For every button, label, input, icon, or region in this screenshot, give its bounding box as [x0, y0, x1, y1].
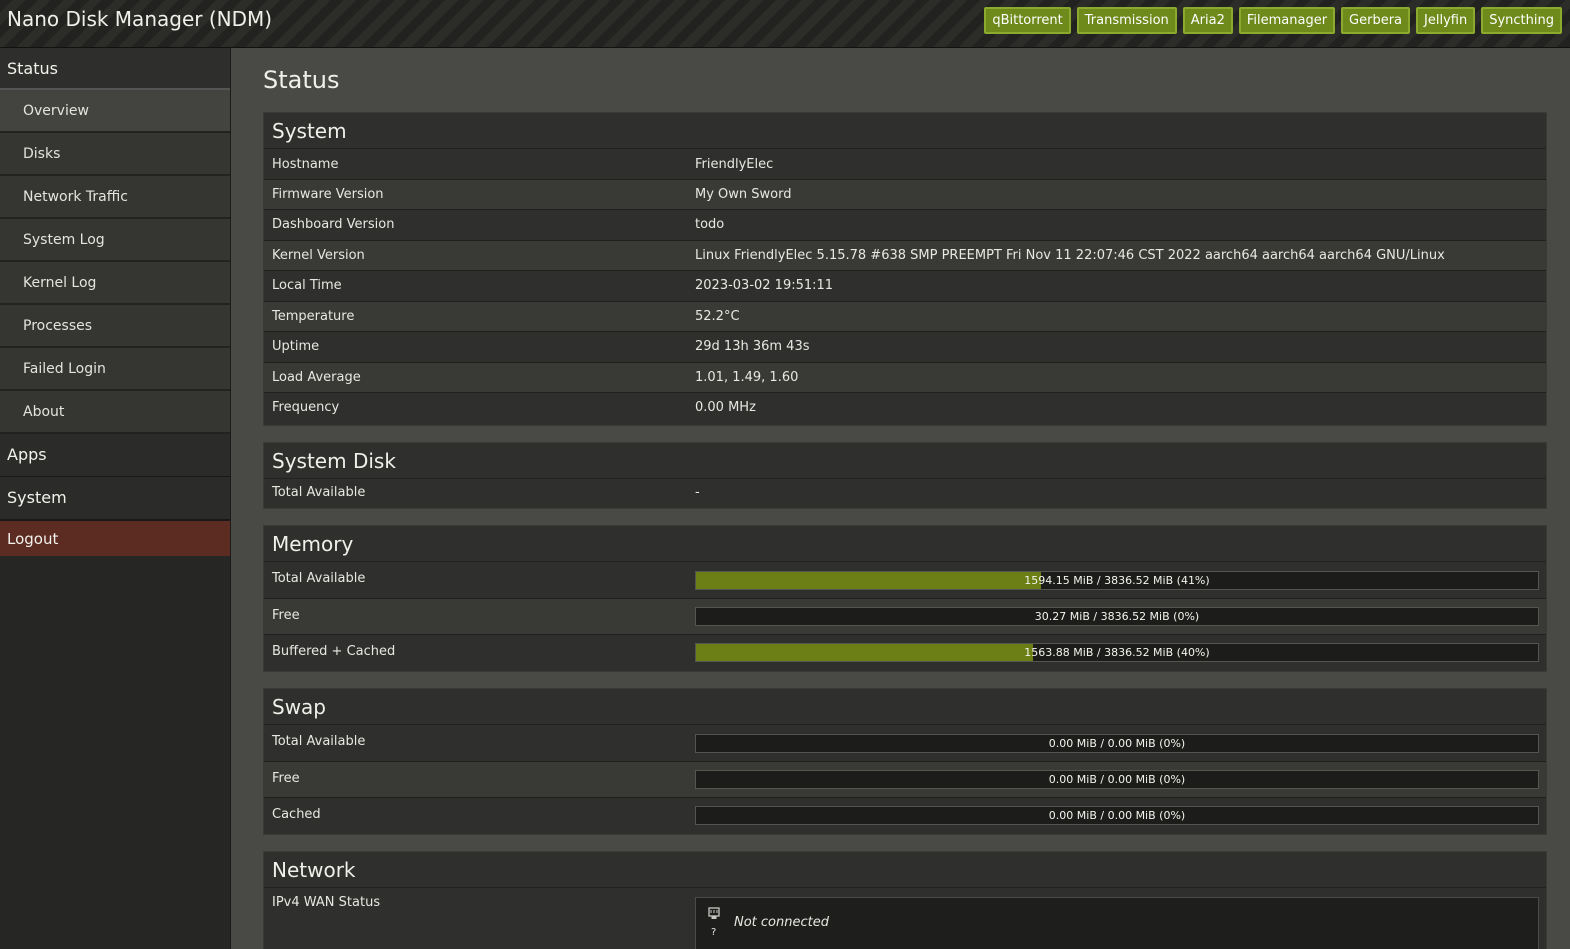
table-row: Uptime 29d 13h 36m 43s [264, 332, 1546, 363]
app-link-filemanager[interactable]: Filemanager [1238, 7, 1336, 34]
progress-bar: 0.00 MiB / 0.00 MiB (0%) [695, 770, 1539, 789]
table-row: Dashboard Version todo [264, 210, 1546, 241]
progress-text: 1563.88 MiB / 3836.52 MiB (40%) [1024, 646, 1210, 659]
memory-section: Memory Total Available 1594.15 MiB / 383… [263, 525, 1547, 672]
table-row: Kernel Version Linux FriendlyElec 5.15.7… [264, 241, 1546, 271]
app-link-gerbera[interactable]: Gerbera [1341, 7, 1411, 34]
menu-item-network-traffic[interactable]: Network Traffic [0, 176, 230, 219]
row-value: 1.01, 1.49, 1.60 [695, 370, 799, 385]
menu-item-system-log[interactable]: System Log [0, 219, 230, 262]
row-label: Total Available [272, 485, 366, 500]
menu-item-kernel-log[interactable]: Kernel Log [0, 262, 230, 305]
progress-text: 1594.15 MiB / 3836.52 MiB (41%) [1024, 574, 1210, 587]
row-value: todo [695, 217, 725, 232]
table-row: Frequency 0.00 MHz [264, 393, 1546, 424]
menu-category-status[interactable]: Status [0, 48, 230, 90]
progress-text: 0.00 MiB / 0.00 MiB (0%) [1048, 773, 1186, 786]
row-label: Free [272, 608, 300, 623]
menu-item-processes[interactable]: Processes [0, 305, 230, 348]
row-value: Linux FriendlyElec 5.15.78 #638 SMP PREE… [695, 248, 1445, 263]
top-header: Nano Disk Manager (NDM) qBittorrent Tran… [0, 0, 1570, 48]
table-row: IPv4 WAN Status ? Not connected [264, 888, 1546, 949]
table-row: Firmware Version My Own Sword [264, 180, 1546, 210]
menu-category-apps[interactable]: Apps [0, 434, 230, 477]
app-link-aria2[interactable]: Aria2 [1182, 7, 1233, 34]
page-title: Status [263, 66, 340, 94]
menu-item-disks[interactable]: Disks [0, 133, 230, 176]
app-link-jellyfin[interactable]: Jellyfin [1416, 7, 1476, 34]
row-label: Kernel Version [272, 248, 365, 263]
menu-item-failed-login[interactable]: Failed Login [0, 348, 230, 391]
menu-item-about[interactable]: About [0, 391, 230, 434]
row-label: Load Average [272, 370, 361, 385]
section-heading-memory: Memory [264, 526, 1546, 562]
table-row: Hostname FriendlyElec [264, 149, 1546, 180]
network-port-icon: ? [706, 906, 722, 940]
progress-bar: 0.00 MiB / 0.00 MiB (0%) [695, 806, 1539, 825]
menu-category-system[interactable]: System [0, 477, 230, 520]
system-section: System Hostname FriendlyElec Firmware Ve… [263, 112, 1547, 426]
row-value: My Own Sword [695, 187, 792, 202]
row-label: Cached [272, 807, 321, 822]
row-value: - [695, 485, 700, 500]
table-row: Total Available 1594.15 MiB / 3836.52 Mi… [264, 562, 1546, 599]
section-heading-system: System [264, 113, 1546, 149]
row-label: Uptime [272, 339, 320, 354]
row-label: Temperature [272, 309, 355, 324]
progress-bar: 0.00 MiB / 0.00 MiB (0%) [695, 734, 1539, 753]
swap-section: Swap Total Available 0.00 MiB / 0.00 MiB… [263, 688, 1547, 835]
row-value: 29d 13h 36m 43s [695, 339, 810, 354]
table-row: Total Available - [264, 479, 1546, 508]
app-title[interactable]: Nano Disk Manager (NDM) [7, 7, 272, 31]
table-row: Buffered + Cached 1563.88 MiB / 3836.52 … [264, 635, 1546, 672]
logout-button[interactable]: Logout [0, 520, 230, 556]
row-label: Frequency [272, 400, 340, 415]
row-value: FriendlyElec [695, 157, 774, 172]
icon-question-glyph: ? [711, 927, 716, 938]
network-section: Network IPv4 WAN Status ? Not connected [263, 851, 1547, 949]
table-row: Cached 0.00 MiB / 0.00 MiB (0%) [264, 798, 1546, 835]
section-heading-network: Network [264, 852, 1546, 888]
progress-text: 30.27 MiB / 3836.52 MiB (0%) [1034, 610, 1200, 623]
table-row: Temperature 52.2°C [264, 302, 1546, 332]
row-label: Dashboard Version [272, 217, 395, 232]
row-label: Hostname [272, 157, 339, 172]
progress-bar: 1594.15 MiB / 3836.52 MiB (41%) [695, 571, 1539, 590]
table-row: Local Time 2023-03-02 19:51:11 [264, 271, 1546, 302]
table-row: Free 30.27 MiB / 3836.52 MiB (0%) [264, 599, 1546, 635]
progress-bar: 30.27 MiB / 3836.52 MiB (0%) [695, 607, 1539, 626]
table-row: Load Average 1.01, 1.49, 1.60 [264, 363, 1546, 393]
progress-bar: 1563.88 MiB / 3836.52 MiB (40%) [695, 643, 1539, 662]
row-label: IPv4 WAN Status [272, 895, 381, 910]
table-row: Free 0.00 MiB / 0.00 MiB (0%) [264, 762, 1546, 798]
row-value: 52.2°C [695, 309, 740, 324]
section-heading-system-disk: System Disk [264, 443, 1546, 479]
section-heading-swap: Swap [264, 689, 1546, 725]
row-value: 0.00 MHz [695, 400, 756, 415]
app-link-transmission[interactable]: Transmission [1076, 7, 1177, 34]
row-label: Firmware Version [272, 187, 384, 202]
wan-status-box: ? Not connected [695, 897, 1539, 949]
row-label: Buffered + Cached [272, 644, 396, 659]
progress-text: 0.00 MiB / 0.00 MiB (0%) [1048, 737, 1186, 750]
progress-text: 0.00 MiB / 0.00 MiB (0%) [1048, 809, 1186, 822]
app-links: qBittorrent Transmission Aria2 Filemanag… [984, 7, 1562, 34]
row-label: Total Available [272, 734, 366, 749]
table-row: Total Available 0.00 MiB / 0.00 MiB (0%) [264, 725, 1546, 762]
row-value: 2023-03-02 19:51:11 [695, 278, 834, 293]
row-label: Local Time [272, 278, 342, 293]
app-link-syncthing[interactable]: Syncthing [1481, 7, 1562, 34]
sidebar: Status Overview Disks Network Traffic Sy… [0, 48, 231, 949]
system-disk-section: System Disk Total Available - [263, 442, 1547, 509]
menu-item-overview[interactable]: Overview [0, 90, 230, 133]
row-label: Total Available [272, 571, 366, 586]
row-label: Free [272, 771, 300, 786]
wan-status-text: Not connected [734, 915, 829, 930]
app-link-qbittorrent[interactable]: qBittorrent [984, 7, 1071, 34]
